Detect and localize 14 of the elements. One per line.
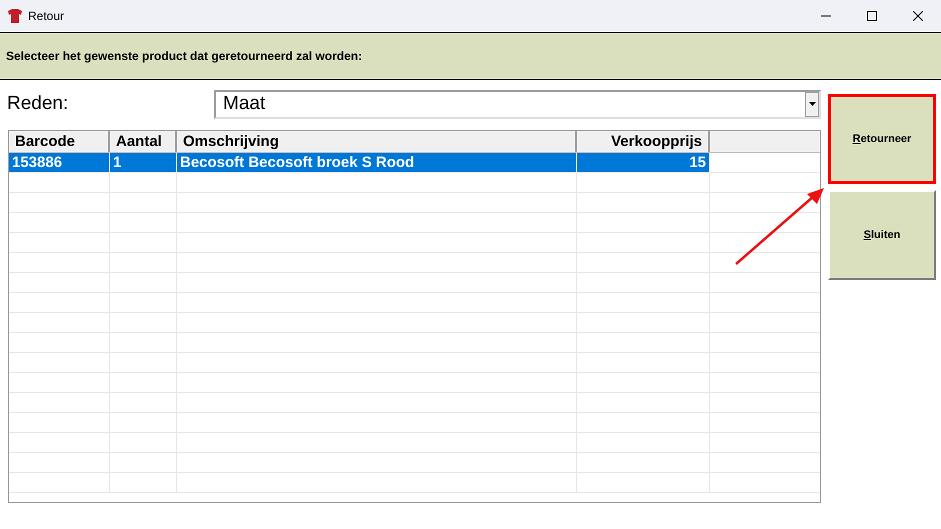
reason-dropdown[interactable]: Maat	[214, 90, 821, 118]
return-button[interactable]: Retourneer	[828, 94, 936, 184]
reason-label: Reden:	[7, 92, 70, 116]
table-cell: 1	[110, 153, 177, 172]
table-cell: 153886	[9, 153, 110, 172]
instruction-text: Selecteer het gewenste product dat geretourneerd zal worden:	[6, 48, 362, 65]
window-title: Retour	[28, 8, 64, 25]
table-cell: 15	[577, 153, 710, 172]
close-icon	[913, 11, 923, 21]
table-cell: Becosoft Becosoft broek S Rood	[177, 153, 577, 172]
maximize-icon	[867, 11, 877, 21]
close-dialog-button[interactable]: Sluiten	[828, 190, 936, 280]
shirt-icon	[7, 8, 23, 24]
table-row[interactable]: 153886 1 Becosoft Becosoft broek S Rood 15	[9, 153, 820, 173]
